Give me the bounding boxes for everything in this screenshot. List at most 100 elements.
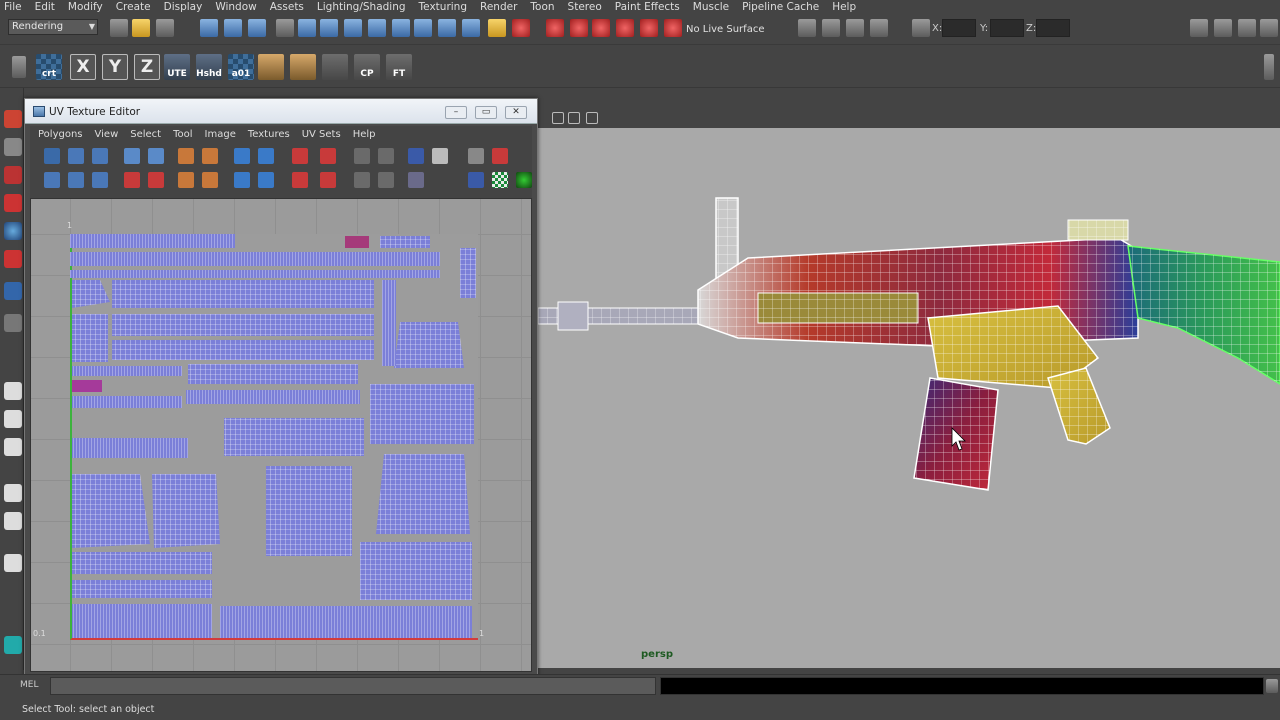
uv-menu-help[interactable]: Help [353,129,376,140]
last-tool-icon[interactable] [4,314,22,332]
menu-window[interactable]: Window [215,0,256,15]
menu-toon[interactable]: Toon [530,0,554,15]
checker-map-icon[interactable] [492,172,508,188]
four-view-icon[interactable] [4,410,22,428]
lock-selection-icon[interactable] [276,19,294,37]
frame-all-icon[interactable] [354,172,370,188]
snap-point-icon[interactable] [592,19,610,37]
select-uvs-icon[interactable] [68,172,84,188]
rotate-ccw-icon[interactable] [124,172,140,188]
mel-input-field[interactable] [50,677,656,695]
persp-graph-icon[interactable] [4,484,22,502]
menu-assets[interactable]: Assets [270,0,304,15]
select-dynamics-icon[interactable] [414,19,432,37]
select-component-icon[interactable] [248,19,266,37]
hypershade-layout-icon[interactable] [4,512,22,530]
select-uv-shell-icon[interactable] [44,148,60,164]
select-hierarchy-icon[interactable] [200,19,218,37]
tool-settings-icon[interactable] [1238,19,1256,37]
menu-stereo[interactable]: Stereo [568,0,602,15]
save-scene-icon[interactable] [156,19,174,37]
axis-tool-icon[interactable] [322,54,348,80]
make-live-icon[interactable] [640,19,658,37]
uv-menu-tool[interactable]: Tool [173,129,192,140]
menu-help[interactable]: Help [832,0,856,15]
live-surface-magnet-icon[interactable] [664,19,682,37]
unfold-uv-icon[interactable] [234,172,250,188]
cut-uv-icon[interactable] [202,148,218,164]
select-vertices-icon[interactable] [44,172,60,188]
select-faces-icon[interactable] [68,148,84,164]
menu-modify[interactable]: Modify [68,0,103,15]
relax-uv-icon[interactable] [258,172,274,188]
image-plane-icon[interactable] [568,112,580,124]
single-view-icon[interactable] [4,382,22,400]
texture-borders-icon[interactable] [516,172,532,188]
menu-create[interactable]: Create [116,0,151,15]
select-surfaces-icon[interactable] [368,19,386,37]
menu-muscle[interactable]: Muscle [693,0,729,15]
select-joints-icon[interactable] [320,19,338,37]
align-max-v-icon[interactable] [320,172,336,188]
flip-v-icon[interactable] [148,148,164,164]
select-deformations-icon[interactable] [392,19,410,37]
new-scene-icon[interactable] [110,19,128,37]
select-tool-icon[interactable] [4,110,22,128]
select-edges-icon[interactable] [92,148,108,164]
modeling-toolkit-icon[interactable] [1190,19,1208,37]
rotate-cw-icon[interactable] [148,172,164,188]
scale-tool-icon[interactable] [4,250,22,268]
uv-editor-titlebar[interactable]: UV Texture Editor – ▭ ✕ [25,99,537,124]
snap-curve-icon[interactable] [570,19,588,37]
snap-grid-icon[interactable] [546,19,564,37]
align-min-u-icon[interactable] [292,148,308,164]
uv-lattice-icon[interactable] [408,172,424,188]
input-box-mode-icon[interactable] [912,19,930,37]
rotate-uv-icon[interactable] [178,148,194,164]
uv-menu-view[interactable]: View [95,129,119,140]
uv-menu-select[interactable]: Select [130,129,161,140]
shelf-menu-icon[interactable] [12,56,26,78]
select-object-icon[interactable] [224,19,242,37]
layout-uv-icon[interactable] [202,172,218,188]
select-handles-icon[interactable] [298,19,316,37]
render-settings-icon[interactable] [870,19,888,37]
select-shells-icon[interactable] [92,172,108,188]
question-mark-icon[interactable] [462,19,480,37]
channel-box-icon[interactable] [1260,19,1278,37]
script-editor-layout-icon[interactable] [4,554,22,572]
menu-paint-effects[interactable]: Paint Effects [615,0,680,15]
grid-uv-icon[interactable] [354,148,370,164]
x-coord-field[interactable] [942,19,976,37]
y-coord-field[interactable] [990,19,1024,37]
rifle-model[interactable] [538,128,1280,668]
display-image-icon[interactable] [408,148,424,164]
rotate-tool-icon[interactable] [4,222,22,240]
frame-selection-icon[interactable] [378,172,394,188]
render-frame-icon[interactable] [822,19,840,37]
planar-map-icon[interactable] [258,54,284,80]
persp-outliner-icon[interactable] [4,438,22,456]
flip-u-icon[interactable] [124,148,140,164]
z-axis-icon[interactable]: Z [134,54,160,80]
uv-texture-editor-icon[interactable]: UTE [164,54,190,80]
maximize-button[interactable]: ▭ [475,106,497,119]
manipulator-icon[interactable] [4,282,22,300]
shelf-scroll-icon[interactable] [1264,54,1274,80]
menu-set-dropdown[interactable]: Rendering ▼ [8,19,98,35]
menu-edit[interactable]: Edit [35,0,55,15]
menu-file[interactable]: File [4,0,22,15]
mel-label[interactable]: MEL [20,680,38,690]
uv-editor-canvas[interactable]: 1 0.1 1 [30,198,532,672]
open-scene-icon[interactable] [132,19,150,37]
menu-render[interactable]: Render [480,0,517,15]
y-axis-icon[interactable]: Y [102,54,128,80]
minimize-button[interactable]: – [445,106,467,119]
shaded-uv-icon[interactable] [468,172,484,188]
move-sew-icon[interactable] [258,148,274,164]
align-max-u-icon[interactable] [320,148,336,164]
script-editor-icon[interactable] [1266,679,1278,693]
select-curves-icon[interactable] [344,19,362,37]
assign-shader-icon[interactable]: a01 [228,54,254,80]
perspective-viewport[interactable]: persp [538,128,1280,668]
